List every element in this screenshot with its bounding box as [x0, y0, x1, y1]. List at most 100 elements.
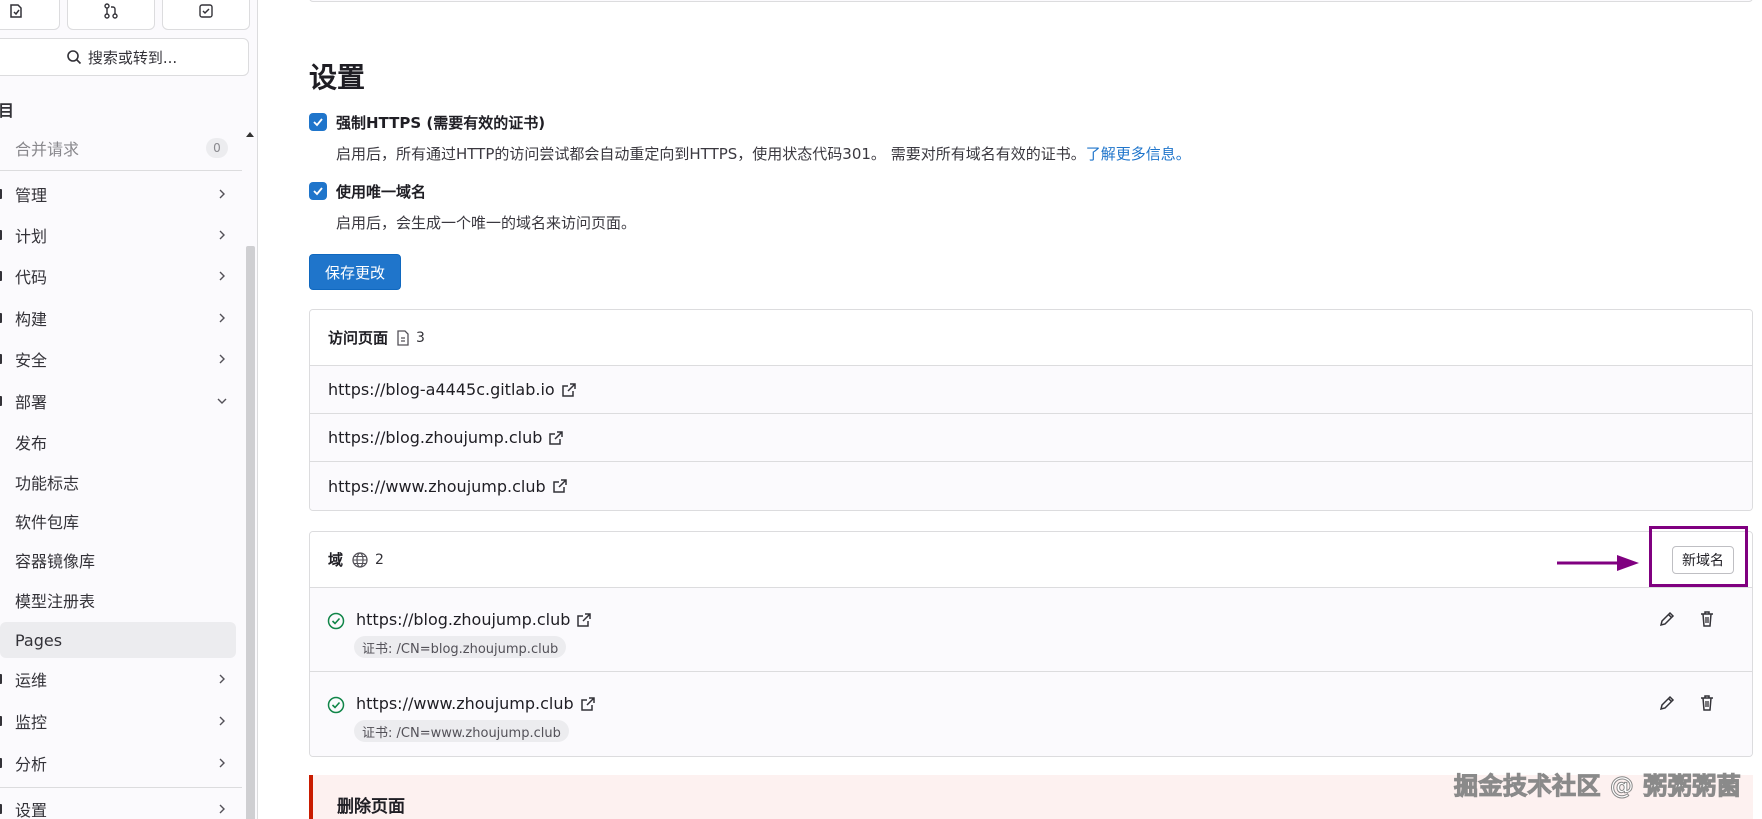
annotation-arrow-icon — [1557, 555, 1639, 571]
access-pages-count-value: 3 — [416, 329, 425, 346]
external-link-icon[interactable] — [580, 696, 596, 712]
section-marker — [0, 674, 2, 684]
sidebar-item-manage[interactable]: 管理 — [0, 176, 242, 212]
search-button[interactable]: 搜索或转到... — [0, 38, 249, 76]
chevron-right-icon — [219, 230, 225, 240]
sidebar-item-monitor[interactable]: 监控 — [0, 703, 242, 739]
sidebar-item-pages[interactable]: Pages — [0, 622, 236, 658]
sidebar-item-analyze[interactable]: 分析 — [0, 745, 242, 781]
section-marker — [0, 716, 2, 726]
pencil-icon[interactable] — [1658, 694, 1676, 712]
watermark: 掘金技术社区 @ 粥粥粥菌 — [1453, 772, 1742, 801]
domain-row: https://www.zhoujump.club 证书: /CN=www.zh… — [310, 672, 1752, 756]
section-marker — [0, 230, 2, 240]
sidebar-item-label: 代码 — [15, 268, 48, 287]
delete-pages-title: 删除页面 — [337, 797, 405, 817]
section-marker — [0, 758, 2, 768]
sidebar-item-secure[interactable]: 安全 — [0, 341, 242, 377]
todo-check-icon — [199, 4, 213, 18]
chevron-right-icon — [219, 674, 225, 684]
domain-url-text[interactable]: https://blog.zhoujump.club — [356, 610, 570, 629]
scrollbar-thumb[interactable] — [246, 246, 255, 819]
external-link-icon[interactable] — [552, 478, 568, 494]
certificate-badge: 证书: /CN=www.zhoujump.club — [354, 720, 569, 742]
divider — [0, 170, 242, 171]
section-marker — [0, 313, 2, 323]
unique-domain-help: 启用后，会生成一个唯一的域名来访问页面。 — [336, 214, 637, 232]
external-link-icon[interactable] — [561, 382, 577, 398]
chevron-right-icon — [219, 758, 225, 768]
force-https-help-text: 启用后，所有通过HTTP的访问尝试都会自动重定向到HTTPS，使用状态代码301… — [336, 145, 1086, 163]
sidebar-item-operate[interactable]: 运维 — [0, 661, 242, 697]
unique-domain-checkbox[interactable] — [309, 182, 327, 200]
checkmark-icon — [313, 187, 323, 196]
sidebar-item-package-registry[interactable]: 软件包库 — [0, 503, 242, 539]
sidebar-item-label: 设置 — [15, 801, 48, 819]
external-link-icon[interactable] — [576, 612, 592, 628]
todos-button[interactable] — [162, 0, 250, 30]
sidebar-item-label: 容器镜像库 — [15, 552, 96, 571]
sidebar-item-deploy[interactable]: 部署 — [0, 383, 242, 419]
globe-icon — [352, 551, 368, 568]
issues-button[interactable] — [0, 0, 60, 30]
section-marker — [0, 271, 2, 281]
top-panel — [309, 0, 1753, 2]
merge-requests-button[interactable] — [67, 0, 155, 30]
search-icon — [67, 50, 81, 65]
chevron-right-icon — [219, 804, 225, 814]
sidebar-item-label: 构建 — [15, 310, 48, 329]
sidebar-top-actions — [0, 0, 257, 30]
access-pages-card: 访问页面 3 https://blog-a4445c.gitlab.io htt… — [309, 309, 1753, 511]
sidebar-item-feature-flags[interactable]: 功能标志 — [0, 464, 242, 500]
domain-url-text[interactable]: https://www.zhoujump.club — [356, 694, 574, 713]
sidebar-item-settings[interactable]: 设置 — [0, 791, 242, 819]
sidebar-item-label: 功能标志 — [15, 474, 80, 493]
chevron-right-icon — [219, 271, 225, 281]
access-pages-header: 访问页面 3 — [310, 310, 1752, 366]
pencil-icon[interactable] — [1658, 610, 1676, 628]
chevron-right-icon — [219, 313, 225, 323]
domains-title: 域 — [328, 551, 344, 569]
section-marker — [0, 189, 2, 199]
trash-icon[interactable] — [1698, 610, 1716, 628]
project-label: 目 — [0, 97, 14, 121]
sidebar-item-label: 计划 — [15, 227, 48, 246]
sidebar-item-label: 分析 — [15, 755, 48, 774]
search-label: 搜索或转到... — [87, 48, 178, 67]
sidebar-item-label: 运维 — [15, 671, 48, 690]
domains-count-value: 2 — [375, 551, 384, 568]
page-title: 设置 — [309, 61, 366, 94]
access-url[interactable]: https://blog.zhoujump.club — [328, 428, 542, 447]
sidebar-scrollbar[interactable] — [244, 128, 257, 819]
sidebar-item-releases[interactable]: 发布 — [0, 424, 242, 460]
sidebar-item-merge-requests[interactable]: 合并请求 0 — [0, 130, 242, 166]
chevron-down-icon — [217, 398, 227, 404]
sidebar-item-label: 发布 — [15, 434, 48, 453]
sidebar-item-code[interactable]: 代码 — [0, 258, 242, 294]
trash-icon[interactable] — [1698, 694, 1716, 712]
sidebar-item-build[interactable]: 构建 — [0, 300, 242, 336]
force-https-label: 强制HTTPS (需要有效的证书) — [336, 114, 546, 132]
sidebar-item-label: 安全 — [15, 351, 48, 370]
unique-domain-label: 使用唯一域名 — [336, 183, 427, 201]
access-url-row: https://www.zhoujump.club — [310, 462, 1752, 510]
sidebar-item-model-registry[interactable]: 模型注册表 — [0, 582, 242, 618]
sidebar-item-plan[interactable]: 计划 — [0, 217, 242, 253]
access-url[interactable]: https://www.zhoujump.club — [328, 477, 546, 496]
access-url[interactable]: https://blog-a4445c.gitlab.io — [328, 380, 555, 399]
sidebar-item-container-registry[interactable]: 容器镜像库 — [0, 542, 242, 578]
sidebar-item-label: 部署 — [15, 393, 48, 412]
domains-count: 2 — [351, 551, 384, 569]
document-icon — [397, 329, 409, 346]
chevron-right-icon — [219, 354, 225, 364]
external-link-icon[interactable] — [548, 430, 564, 446]
domain-row: https://blog.zhoujump.club 证书: /CN=blog.… — [310, 588, 1752, 672]
scroll-up-arrow-icon[interactable] — [246, 132, 254, 137]
save-changes-button[interactable]: 保存更改 — [309, 254, 401, 290]
learn-more-link[interactable]: 了解更多信息。 — [1086, 145, 1191, 163]
section-marker — [0, 354, 2, 364]
sidebar-item-label: Pages — [15, 630, 63, 650]
domain-url: https://blog.zhoujump.club — [356, 610, 592, 629]
force-https-help: 启用后，所有通过HTTP的访问尝试都会自动重定向到HTTPS，使用状态代码301… — [336, 143, 1191, 164]
force-https-checkbox[interactable] — [309, 113, 327, 131]
